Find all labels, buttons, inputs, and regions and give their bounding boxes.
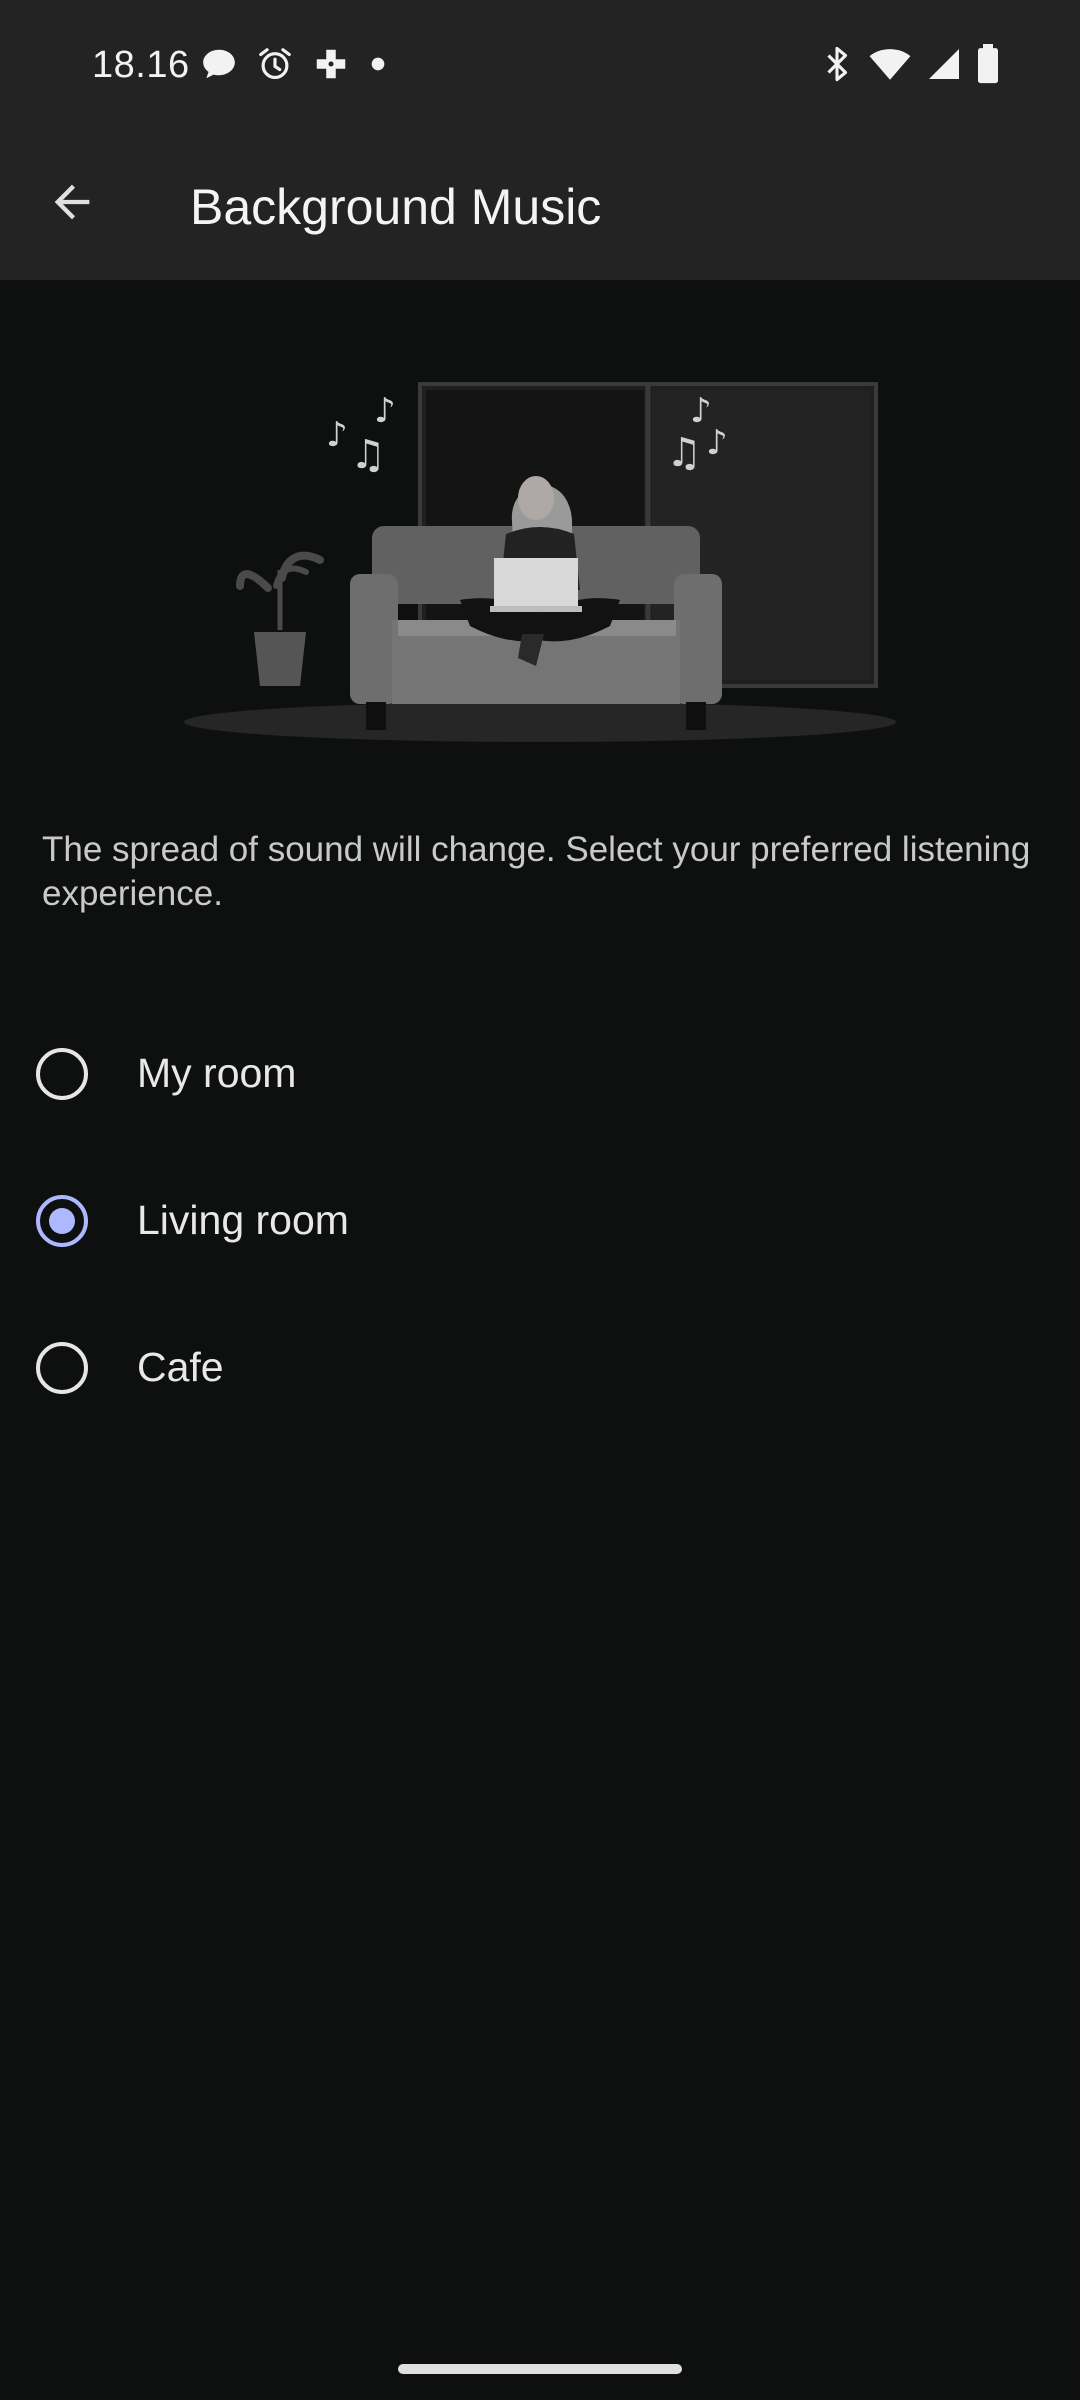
bluetooth-icon: [820, 44, 854, 89]
battery-icon: [976, 43, 1000, 89]
back-button[interactable]: [36, 168, 108, 240]
dot-icon: [368, 45, 388, 88]
alarm-icon: [256, 45, 294, 88]
wifi-icon: [868, 44, 912, 89]
option-label: Cafe: [137, 1344, 224, 1390]
option-living-room[interactable]: Living room: [0, 1147, 1080, 1294]
person-on-sofa-illustration: ♪ ♪ ♫ ♪ ♫ ♪: [184, 382, 896, 742]
option-my-room[interactable]: My room: [0, 1000, 1080, 1147]
app-bar: Background Music: [0, 124, 1080, 280]
option-label: Living room: [137, 1197, 349, 1243]
radio-button[interactable]: [36, 1341, 88, 1394]
game-controller-icon: [312, 45, 350, 88]
svg-text:♪: ♪: [706, 423, 728, 463]
option-cafe[interactable]: Cafe: [0, 1294, 1080, 1441]
status-time: 18.16: [92, 44, 190, 86]
option-label: My room: [137, 1050, 297, 1096]
svg-text:♫: ♫: [350, 432, 386, 478]
illustration: ♪ ♪ ♫ ♪ ♫ ♪: [0, 350, 1080, 750]
svg-text:♫: ♫: [666, 430, 702, 476]
status-icons-left: [200, 46, 388, 86]
chat-bubble-icon: [200, 45, 238, 88]
listening-mode-options: My room Living room Cafe: [0, 1000, 1080, 1441]
signal-icon: [926, 44, 962, 89]
svg-text:♪: ♪: [326, 415, 348, 455]
arrow-back-icon: [46, 176, 98, 233]
radio-button-selected[interactable]: [36, 1194, 88, 1247]
description-text: The spread of sound will change. Select …: [42, 830, 1031, 913]
gesture-nav-bar[interactable]: [398, 2364, 682, 2374]
radio-button[interactable]: [36, 1047, 88, 1100]
status-icons-right: [820, 43, 1000, 89]
page-title: Background Music: [190, 179, 602, 235]
svg-text:♪: ♪: [374, 391, 396, 431]
status-bar: 18.16: [0, 0, 1080, 124]
